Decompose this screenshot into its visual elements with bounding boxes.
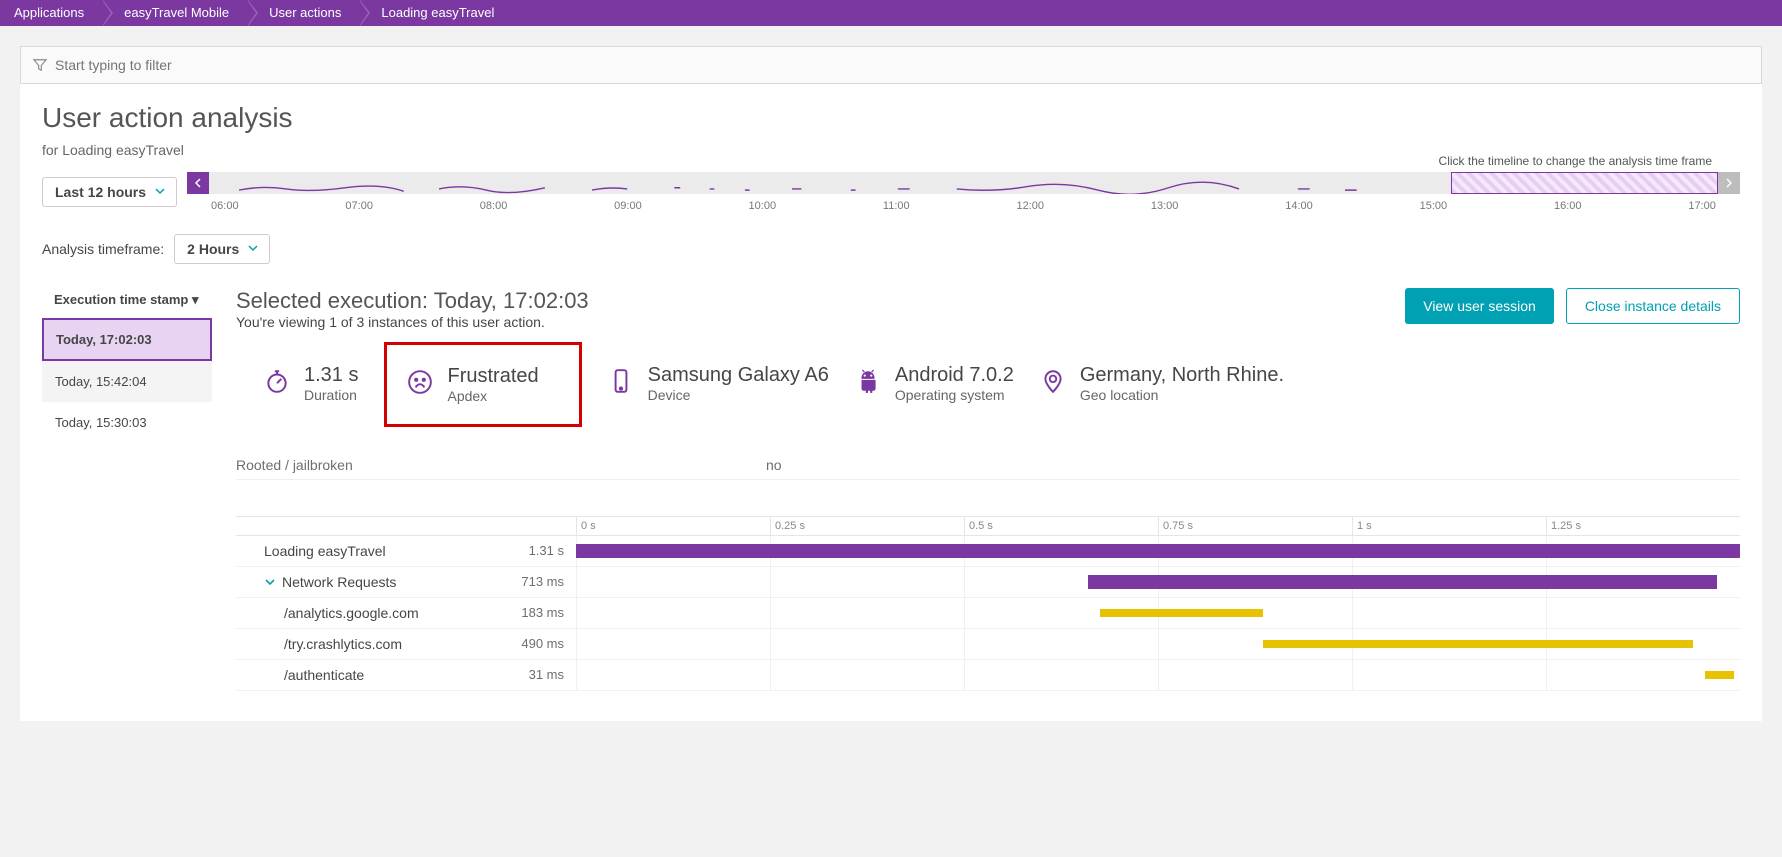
close-instance-details-button[interactable]: Close instance details [1566, 288, 1740, 324]
filter-input[interactable] [55, 57, 1749, 73]
chevron-down-icon[interactable] [264, 575, 276, 591]
waterfall-row-name: Network Requests [282, 574, 396, 590]
chevron-down-icon [247, 241, 259, 257]
breadcrumb-app[interactable]: easyTravel Mobile [102, 0, 247, 26]
stat-os: Android 7.0.2Operating system [855, 364, 1014, 403]
timeline-sparkline [239, 176, 1416, 194]
stat-geo: Germany, North Rhine.Geo location [1040, 364, 1284, 403]
stat-apdex: FrustratedApdex [384, 342, 581, 427]
waterfall-scale: 0 s0.25 s0.5 s 0.75 s1 s1.25 s [576, 517, 1740, 535]
waterfall-row-name: Loading easyTravel [264, 543, 386, 559]
timeline-track[interactable] [209, 172, 1718, 194]
waterfall-row-duration: 183 ms [496, 605, 576, 621]
waterfall-row-duration: 1.31 s [496, 543, 576, 559]
viewing-text: You're viewing 1 of 3 instances of this … [236, 314, 589, 330]
waterfall-bar[interactable] [1705, 671, 1734, 679]
waterfall-row-duration: 31 ms [496, 667, 576, 683]
waterfall-bar[interactable] [1263, 640, 1694, 648]
waterfall-row-name: /try.crashlytics.com [284, 636, 402, 652]
timestamp-list: Execution time stamp ▾ Today, 17:02:03 T… [42, 288, 212, 691]
waterfall-row-name: /authenticate [284, 667, 364, 683]
rooted-row: Rooted / jailbroken no [236, 457, 1740, 480]
timeline-ticks: 06:0007:0008:00 09:0010:0011:00 12:0013:… [187, 194, 1740, 212]
timestamp-item[interactable]: Today, 15:30:03 [42, 402, 212, 443]
waterfall-row[interactable]: Loading easyTravel 1.31 s [236, 536, 1740, 567]
waterfall-chart: 0 s0.25 s0.5 s 0.75 s1 s1.25 s Loading e… [236, 516, 1740, 691]
timeline-prev-button[interactable] [187, 172, 209, 194]
waterfall-bar[interactable] [1088, 575, 1717, 589]
stat-device: Samsung Galaxy A6Device [608, 364, 829, 403]
timestamp-header[interactable]: Execution time stamp ▾ [42, 288, 212, 318]
android-icon [855, 368, 881, 394]
analysis-timeframe-dropdown[interactable]: 2 Hours [174, 234, 270, 264]
frown-icon [407, 369, 433, 395]
stat-duration: 1.31 sDuration [264, 364, 358, 403]
timestamp-item[interactable]: Today, 17:02:03 [42, 318, 212, 361]
analysis-label: Analysis timeframe: [42, 241, 164, 257]
waterfall-row[interactable]: Network Requests 713 ms [236, 567, 1740, 598]
view-user-session-button[interactable]: View user session [1405, 288, 1554, 324]
main-panel: User action analysis for Loading easyTra… [20, 84, 1762, 721]
waterfall-row[interactable]: /authenticate 31 ms [236, 660, 1740, 691]
waterfall-row[interactable]: /analytics.google.com 183 ms [236, 598, 1740, 629]
chevron-down-icon [154, 184, 166, 200]
location-icon [1040, 368, 1066, 394]
timeline-selection[interactable] [1451, 172, 1718, 194]
filter-icon [33, 58, 47, 72]
timestamp-item[interactable]: Today, 15:42:04 [42, 361, 212, 402]
stopwatch-icon [264, 368, 290, 394]
waterfall-row-duration: 490 ms [496, 636, 576, 652]
timeline: Click the timeline to change the analysi… [187, 172, 1740, 212]
selected-execution-title: Selected execution: Today, 17:02:03 [236, 288, 589, 314]
timeline-hint: Click the timeline to change the analysi… [1439, 154, 1712, 168]
breadcrumb: Applications easyTravel Mobile User acti… [0, 0, 1782, 26]
time-range-dropdown[interactable]: Last 12 hours [42, 177, 177, 207]
timeline-next-button[interactable] [1718, 172, 1740, 194]
waterfall-row-name: /analytics.google.com [284, 605, 419, 621]
breadcrumb-action[interactable]: Loading easyTravel [359, 0, 512, 26]
mobile-icon [608, 368, 634, 394]
waterfall-row[interactable]: /try.crashlytics.com 490 ms [236, 629, 1740, 660]
breadcrumb-applications[interactable]: Applications [0, 0, 102, 26]
breadcrumb-useractions[interactable]: User actions [247, 0, 359, 26]
page-title: User action analysis [42, 102, 1740, 134]
waterfall-bar[interactable] [1100, 609, 1263, 617]
waterfall-bar[interactable] [576, 544, 1740, 558]
waterfall-row-duration: 713 ms [496, 574, 576, 590]
filter-bar[interactable] [20, 46, 1762, 84]
